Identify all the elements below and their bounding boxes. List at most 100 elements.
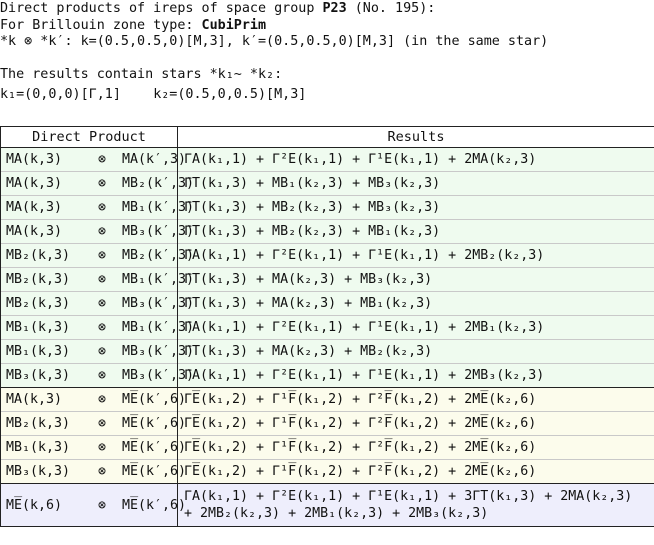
left-irep: MB₃(k,3)	[6, 368, 71, 383]
left-irep: MA(k,3)	[6, 224, 63, 239]
result-cell: ΓE̅(k₁,2) + Γ¹F̅(k₁,2) + Γ²F̅(k₁,2) + 2M…	[177, 435, 654, 460]
result-text: ΓE̅(k₁,2) + Γ¹F̅(k₁,2) + Γ²F̅(k₁,2) + 2M…	[184, 392, 537, 407]
right-irep: ME̅(k′,6)	[122, 440, 187, 455]
result-cell: ΓT(k₁,3) + MB₂(k₂,3) + MB₃(k₂,3)	[177, 195, 654, 220]
otimes-symbol: ⊗	[97, 464, 106, 479]
left-irep: MA(k,3)	[6, 392, 63, 407]
otimes-symbol: ⊗	[97, 320, 106, 335]
zone-type: CubiPrim	[201, 18, 267, 33]
result-cell: ΓA(k₁,1) + Γ²E(k₁,1) + Γ¹E(k₁,1) + 2MA(k…	[177, 147, 654, 172]
right-irep: ME̅(k′,6)	[122, 392, 187, 407]
direct-product-cell: MA(k,3) ⊗ MB₃(k′,3)	[0, 219, 194, 244]
k-vectors-line: k₁=(0,0,0)[Γ,1] k₂=(0.5,0,0.5)[M,3]	[0, 86, 306, 103]
result-cell: ΓT(k₁,3) + MB₂(k₂,3) + MB₁(k₂,3)	[177, 219, 654, 244]
otimes-symbol: ⊗	[97, 272, 106, 287]
result-text: ΓT(k₁,3) + MB₂(k₂,3) + MB₁(k₂,3)	[184, 224, 441, 239]
k2-vector: k₂=(0.5,0,0.5)[M,3]	[153, 87, 307, 102]
zone-prefix: For Brillouin zone type:	[0, 18, 202, 33]
result-cell: ΓT(k₁,3) + MA(k₂,3) + MB₂(k₂,3)	[177, 339, 654, 364]
zone-line: For Brillouin zone type: CubiPrim	[0, 17, 266, 34]
otimes-symbol: ⊗	[97, 296, 106, 311]
direct-product-cell: MB₃(k,3) ⊗ ME̅(k′,6)	[0, 459, 186, 484]
left-irep: MA(k,3)	[6, 200, 63, 215]
right-irep: ME̅(k′,6)	[122, 464, 187, 479]
table-row: MB₁(k,3) ⊗ MB₃(k′,3) ΓT(k₁,3) + MA(k₂,3) + …	[0, 339, 654, 364]
left-irep: ME̅(k,6)	[6, 497, 63, 513]
direct-product-cell: MB₂(k,3) ⊗ MB₂(k′,3)	[0, 243, 194, 268]
otimes-symbol: ⊗	[97, 224, 106, 239]
column-header-results: Results	[177, 126, 654, 148]
result-cell: ΓE̅(k₁,2) + Γ¹F̅(k₁,2) + Γ²F̅(k₁,2) + 2M…	[177, 387, 654, 412]
direct-products-table: Direct Product Results MA(k,3) ⊗ MA(k′,3) Γ…	[0, 126, 654, 527]
result-cell: ΓE̅(k₁,2) + Γ¹F̅(k₁,2) + Γ²F̅(k₁,2) + 2M…	[177, 411, 654, 436]
result-text: ΓT(k₁,3) + MB₁(k₂,3) + MB₃(k₂,3)	[184, 176, 441, 191]
result-cell: ΓA(k₁,1) + Γ²E(k₁,1) + Γ¹E(k₁,1) + 3ΓT(k…	[177, 483, 654, 527]
left-irep: MB₂(k,3)	[6, 272, 71, 287]
otimes-symbol: ⊗	[97, 368, 106, 383]
result-text: ΓE̅(k₁,2) + Γ¹F̅(k₁,2) + Γ²F̅(k₁,2) + 2M…	[184, 464, 537, 479]
left-irep: MB₁(k,3)	[6, 320, 71, 335]
direct-product-cell: MB₁(k,3) ⊗ MB₃(k′,3)	[0, 339, 194, 364]
left-irep: MB₃(k,3)	[6, 464, 71, 479]
table-body: MA(k,3) ⊗ MA(k′,3) ΓA(k₁,1) + Γ²E(k₁,1) + Γ…	[0, 147, 654, 527]
results-stars-line: The results contain stars *k₁~ *k₂:	[0, 67, 283, 82]
left-irep: MB₁(k,3)	[6, 344, 71, 359]
direct-product-cell: MA(k,3) ⊗ MB₁(k′,3)	[0, 195, 194, 220]
otimes-symbol: ⊗	[97, 440, 106, 455]
otimes-symbol: ⊗	[97, 176, 106, 191]
table-row: MA(k,3) ⊗ ME̅(k′,6) ΓE̅(k₁,2) + Γ¹F̅(k₁,2) …	[0, 387, 654, 412]
result-cell: ΓA(k₁,1) + Γ²E(k₁,1) + Γ¹E(k₁,1) + 2MB₁(…	[177, 315, 654, 340]
table-row: MA(k,3) ⊗ MB₂(k′,3) ΓT(k₁,3) + MB₁(k₂,3) + …	[0, 171, 654, 196]
right-irep: ME̅(k′,6)	[122, 416, 187, 431]
table-row: MB₂(k,3) ⊗ MB₁(k′,3) ΓT(k₁,3) + MA(k₂,3) + …	[0, 267, 654, 292]
left-irep: MA(k,3)	[6, 176, 63, 191]
otimes-symbol: ⊗	[97, 392, 106, 407]
otimes-symbol: ⊗	[97, 200, 106, 215]
left-irep: MB₂(k,3)	[6, 296, 71, 311]
result-text: ΓT(k₁,3) + MA(k₂,3) + MB₁(k₂,3)	[184, 296, 433, 311]
table-row: MA(k,3) ⊗ MA(k′,3) ΓA(k₁,1) + Γ²E(k₁,1) + Γ…	[0, 147, 654, 172]
result-text: ΓT(k₁,3) + MA(k₂,3) + MB₃(k₂,3)	[184, 272, 433, 287]
direct-product-cell: ME̅(k,6) ⊗ ME̅(k′,6)	[0, 483, 186, 527]
direct-product-cell: MB₂(k,3) ⊗ MB₁(k′,3)	[0, 267, 194, 292]
table-row: MB₃(k,3) ⊗ MB₃(k′,3) ΓA(k₁,1) + Γ²E(k₁,1) +…	[0, 363, 654, 388]
left-irep: MA(k,3)	[6, 152, 63, 167]
group-symbol: P23	[322, 1, 347, 16]
table-row: MB₂(k,3) ⊗ MB₂(k′,3) ΓA(k₁,1) + Γ²E(k₁,1) +…	[0, 243, 654, 268]
left-irep: MB₁(k,3)	[6, 440, 71, 455]
direct-product-cell: MA(k,3) ⊗ ME̅(k′,6)	[0, 387, 186, 412]
star-line: *k ⊗ *k′: k=(0.5,0.5,0)[M,3], k′=(0.5,0.…	[0, 34, 549, 49]
result-cell: ΓT(k₁,3) + MA(k₂,3) + MB₁(k₂,3)	[177, 291, 654, 316]
group-number: (No. 195):	[354, 1, 436, 16]
column-header-direct-product: Direct Product	[0, 126, 178, 148]
direct-product-cell: MB₃(k,3) ⊗ MB₃(k′,3)	[0, 363, 194, 388]
otimes-symbol: ⊗	[97, 248, 106, 263]
table-row: MB₂(k,3) ⊗ MB₃(k′,3) ΓT(k₁,3) + MA(k₂,3) + …	[0, 291, 654, 316]
result-text: ΓA(k₁,1) + Γ²E(k₁,1) + Γ¹E(k₁,1) + 2MA(k…	[184, 152, 537, 167]
result-text: ΓA(k₁,1) + Γ²E(k₁,1) + Γ¹E(k₁,1) + 2MB₂(…	[184, 248, 545, 263]
result-text: ΓE̅(k₁,2) + Γ¹F̅(k₁,2) + Γ²F̅(k₁,2) + 2M…	[184, 416, 537, 431]
direct-product-cell: MB₂(k,3) ⊗ ME̅(k′,6)	[0, 411, 186, 436]
table-row: MA(k,3) ⊗ MB₃(k′,3) ΓT(k₁,3) + MB₂(k₂,3) + …	[0, 219, 654, 244]
direct-product-cell: MB₁(k,3) ⊗ ME̅(k′,6)	[0, 435, 186, 460]
result-cell: ΓA(k₁,1) + Γ²E(k₁,1) + Γ¹E(k₁,1) + 2MB₂(…	[177, 243, 654, 268]
table-row: ME̅(k,6) ⊗ ME̅(k′,6) ΓA(k₁,1) + Γ²E(k₁,1) +…	[0, 483, 654, 527]
otimes-symbol: ⊗	[97, 416, 106, 431]
otimes-symbol: ⊗	[97, 344, 106, 359]
result-text: ΓT(k₁,3) + MB₂(k₂,3) + MB₃(k₂,3)	[184, 200, 441, 215]
result-text: ΓA(k₁,1) + Γ²E(k₁,1) + Γ¹E(k₁,1) + 2MB₁(…	[184, 320, 545, 335]
result-cell: ΓA(k₁,1) + Γ²E(k₁,1) + Γ¹E(k₁,1) + 2MB₃(…	[177, 363, 654, 388]
left-irep: MB₂(k,3)	[6, 248, 71, 263]
result-text: ΓT(k₁,3) + MA(k₂,3) + MB₂(k₂,3)	[184, 344, 433, 359]
title-prefix: Direct products of ireps of space group	[0, 1, 323, 16]
table-row: MB₁(k,3) ⊗ MB₁(k′,3) ΓA(k₁,1) + Γ²E(k₁,1) +…	[0, 315, 654, 340]
result-cell: ΓE̅(k₁,2) + Γ¹F̅(k₁,2) + Γ²F̅(k₁,2) + 2M…	[177, 459, 654, 484]
direct-product-cell: MA(k,3) ⊗ MA(k′,3)	[0, 147, 186, 172]
direct-product-cell: MB₂(k,3) ⊗ MB₃(k′,3)	[0, 291, 194, 316]
result-cell: ΓT(k₁,3) + MA(k₂,3) + MB₃(k₂,3)	[177, 267, 654, 292]
result-cell: ΓT(k₁,3) + MB₁(k₂,3) + MB₃(k₂,3)	[177, 171, 654, 196]
k1-vector: k₁=(0,0,0)[Γ,1]	[0, 87, 121, 102]
table-row: MB₃(k,3) ⊗ ME̅(k′,6) ΓE̅(k₁,2) + Γ¹F̅(k₁,2)…	[0, 459, 654, 484]
otimes-symbol: ⊗	[97, 497, 106, 513]
table-row: MB₂(k,3) ⊗ ME̅(k′,6) ΓE̅(k₁,2) + Γ¹F̅(k₁,2)…	[0, 411, 654, 436]
